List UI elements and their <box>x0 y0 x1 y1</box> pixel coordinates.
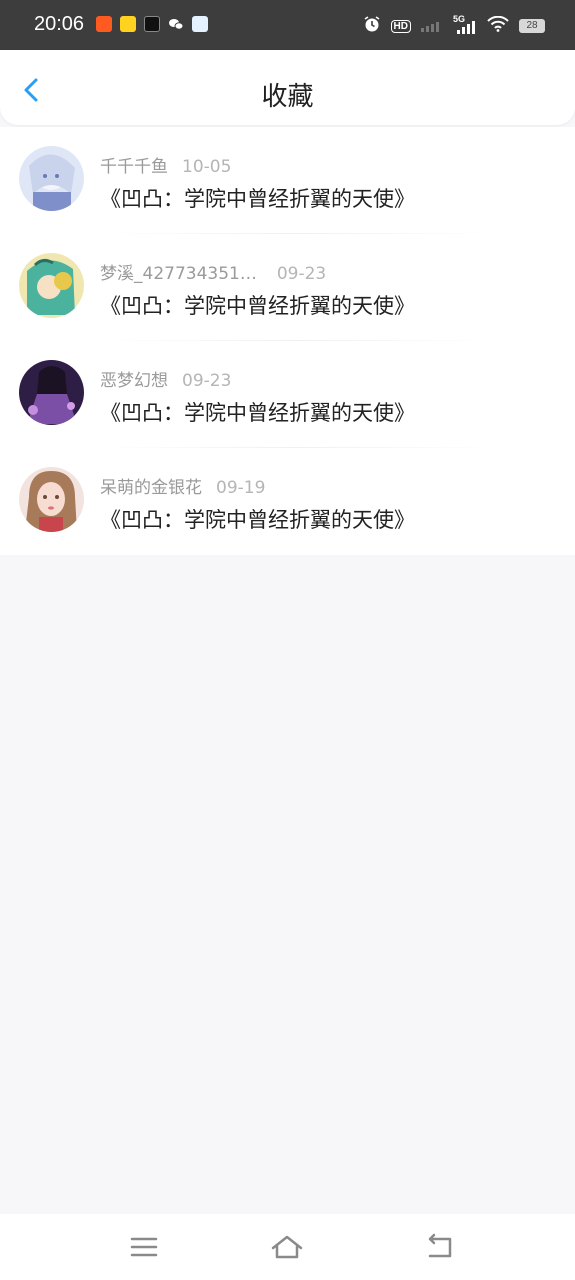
username[interactable]: 呆萌的金银花 <box>100 473 202 498</box>
username[interactable]: 恶梦幻想 <box>100 366 168 391</box>
status-indicators: HD 5G 28 <box>363 14 545 37</box>
favorites-list: 千千千鱼 10-05 《凹凸：学院中曾经折翼的天使》 梦溪_427734351… 0… <box>0 127 575 555</box>
avatar[interactable] <box>19 360 84 425</box>
notification-icons <box>96 16 208 32</box>
page-title: 收藏 <box>261 82 314 112</box>
signal-weak-icon <box>421 17 443 36</box>
item-meta: 千千千鱼 10-05 <box>100 152 231 177</box>
date: 09-19 <box>216 478 266 498</box>
status-bar: 20:06 HD 5G 28 <box>0 0 575 50</box>
home-icon <box>271 1235 303 1259</box>
tiktok-app-icon <box>144 16 160 32</box>
app-header: 收藏 <box>0 50 575 125</box>
date: 09-23 <box>276 264 327 284</box>
menu-icon <box>130 1237 158 1257</box>
book-title[interactable]: 《凹凸：学院中曾经折翼的天使》 <box>100 397 415 427</box>
book-title[interactable]: 《凹凸：学院中曾经折翼的天使》 <box>100 290 415 320</box>
date: 10-05 <box>182 157 232 177</box>
alarm-icon <box>363 15 381 37</box>
item-meta: 恶梦幻想 09-23 <box>100 366 231 391</box>
avatar[interactable] <box>19 253 84 318</box>
back-icon <box>428 1233 452 1258</box>
list-item[interactable]: 呆萌的金银花 09-19 《凹凸：学院中曾经折翼的天使》 <box>0 448 575 555</box>
hd-badge: HD <box>390 19 411 33</box>
item-meta: 梦溪_427734351… 09-23 <box>100 259 326 284</box>
list-item[interactable]: 千千千鱼 10-05 《凹凸：学院中曾经折翼的天使》 <box>0 127 575 234</box>
cloud-app-icon <box>192 16 208 32</box>
list-item[interactable]: 梦溪_427734351… 09-23 《凹凸：学院中曾经折翼的天使》 <box>0 234 575 341</box>
menu-button[interactable] <box>127 1232 161 1262</box>
battery-indicator: 28 <box>519 19 545 33</box>
avatar[interactable] <box>19 146 84 211</box>
qq-app-icon <box>120 16 136 32</box>
list-item[interactable]: 恶梦幻想 09-23 《凹凸：学院中曾经折翼的天使》 <box>0 341 575 448</box>
avatar[interactable] <box>19 467 84 532</box>
status-time: 20:06 <box>34 13 85 35</box>
signal-5g-icon: 5G <box>453 14 477 34</box>
taobao-app-icon <box>96 16 112 32</box>
wechat-app-icon <box>168 16 184 32</box>
system-nav-bar <box>0 1214 575 1280</box>
book-title[interactable]: 《凹凸：学院中曾经折翼的天使》 <box>100 183 415 213</box>
home-button[interactable] <box>270 1232 304 1262</box>
item-meta: 呆萌的金银花 09-19 <box>100 473 265 498</box>
date: 09-23 <box>182 371 232 391</box>
back-nav-button[interactable] <box>422 1232 456 1262</box>
wifi-icon <box>487 15 509 36</box>
username[interactable]: 梦溪_427734351… <box>100 259 257 284</box>
book-title[interactable]: 《凹凸：学院中曾经折翼的天使》 <box>100 504 415 534</box>
username[interactable]: 千千千鱼 <box>100 152 168 177</box>
